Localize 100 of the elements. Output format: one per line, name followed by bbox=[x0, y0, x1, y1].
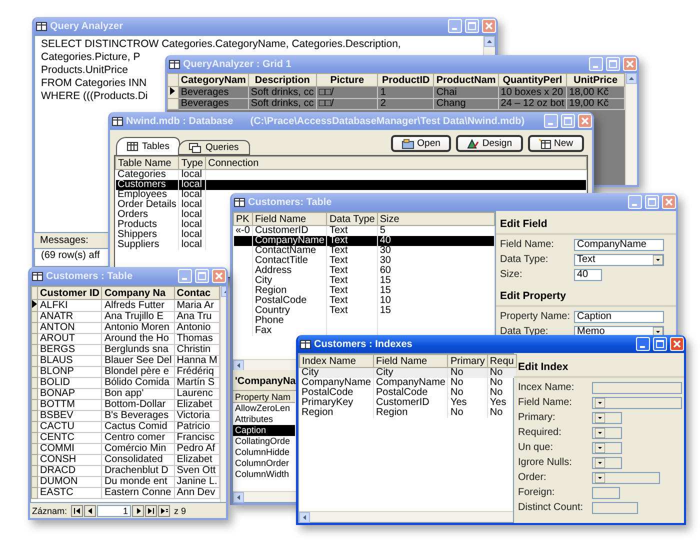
table-cell: CONSH bbox=[38, 454, 102, 466]
table-cell: Shippers bbox=[116, 230, 179, 240]
scroll-up-button[interactable] bbox=[626, 73, 637, 84]
column-header[interactable]: Description bbox=[248, 74, 316, 86]
dropdown-field[interactable] bbox=[592, 442, 622, 454]
input-field[interactable]: Caption bbox=[574, 310, 664, 322]
input-field[interactable] bbox=[592, 502, 638, 514]
maximize-button[interactable] bbox=[195, 269, 209, 283]
column-header[interactable]: Requ bbox=[487, 354, 516, 368]
maximize-button[interactable] bbox=[653, 337, 667, 351]
column-header[interactable]: Data Type bbox=[326, 212, 378, 226]
property-name[interactable]: Attributes bbox=[233, 414, 295, 425]
close-button[interactable] bbox=[482, 19, 496, 33]
sql-line: Categories.Picture, P bbox=[41, 51, 140, 64]
horizontal-scrollbar[interactable] bbox=[299, 511, 513, 522]
table-cell: Text bbox=[326, 246, 378, 256]
dropdown-field[interactable] bbox=[592, 456, 622, 468]
column-header[interactable]: ProductID bbox=[378, 74, 434, 86]
toolbar-button[interactable]: Design bbox=[456, 135, 523, 152]
column-header[interactable]: Field Name bbox=[252, 212, 327, 226]
toolbar-button[interactable]: Open bbox=[391, 135, 452, 152]
property-name[interactable]: AllowZeroLen bbox=[233, 402, 295, 414]
table-cell: BERGS bbox=[38, 344, 102, 356]
table-cell: Centro comer bbox=[102, 432, 174, 444]
column-header[interactable]: UnitPrice bbox=[566, 74, 624, 86]
table-cell: Suppliers bbox=[116, 240, 179, 250]
toolbar-button[interactable]: New bbox=[528, 135, 584, 152]
input-field[interactable]: 40 bbox=[574, 268, 602, 280]
column-header[interactable]: ProductNam bbox=[434, 74, 498, 86]
close-icon bbox=[581, 117, 589, 125]
vertical-scrollbar[interactable] bbox=[625, 73, 637, 185]
previous-record-button[interactable] bbox=[84, 504, 96, 516]
close-button[interactable] bbox=[578, 114, 592, 128]
table-cell: BOTTM bbox=[38, 400, 102, 410]
maximize-button[interactable] bbox=[645, 195, 659, 209]
maximize-button[interactable] bbox=[561, 114, 575, 128]
maximize-button[interactable] bbox=[465, 19, 479, 33]
record-number-field[interactable]: 1 bbox=[97, 504, 132, 516]
close-button[interactable] bbox=[623, 57, 637, 71]
dropdown-arrow-icon bbox=[595, 412, 605, 422]
scroll-up-button[interactable] bbox=[484, 36, 495, 47]
column-header[interactable]: Company Na bbox=[102, 286, 174, 300]
sql-line: SELECT DISTINCTROW Categories.CategoryName, Categories.Description, bbox=[41, 38, 401, 51]
close-button[interactable] bbox=[662, 195, 676, 209]
property-name[interactable]: Caption bbox=[233, 425, 295, 436]
scroll-left-button[interactable] bbox=[233, 360, 244, 371]
column-header[interactable]: Type bbox=[178, 156, 206, 170]
row-selector[interactable] bbox=[32, 300, 38, 312]
property-name[interactable]: CollatingOrde bbox=[233, 436, 295, 447]
dropdown-field[interactable] bbox=[592, 396, 682, 408]
column-header[interactable]: CategoryNam bbox=[178, 74, 248, 86]
tab[interactable]: Tables bbox=[116, 137, 180, 155]
minimize-button[interactable] bbox=[636, 337, 650, 351]
column-header[interactable]: Index Name bbox=[300, 354, 374, 368]
table-cell: local bbox=[178, 240, 206, 250]
last-record-button[interactable] bbox=[145, 504, 158, 516]
table-cell: local bbox=[178, 180, 206, 190]
column-header[interactable]: Connection bbox=[206, 156, 586, 170]
input-field[interactable] bbox=[592, 486, 620, 498]
maximize-button[interactable] bbox=[606, 57, 620, 71]
column-header[interactable]: PK bbox=[234, 212, 252, 226]
column-header[interactable]: Size bbox=[377, 212, 494, 226]
dropdown-field[interactable]: Text bbox=[574, 254, 664, 266]
tab[interactable]: Queries bbox=[178, 140, 250, 155]
minimize-button[interactable] bbox=[544, 114, 558, 128]
column-header[interactable]: Property Nam bbox=[233, 391, 295, 402]
column-header[interactable]: Field Name bbox=[373, 354, 448, 368]
first-record-button[interactable] bbox=[71, 504, 84, 516]
column-header[interactable]: Picture bbox=[316, 74, 378, 86]
input-field[interactable]: CompanyName bbox=[574, 238, 664, 250]
dropdown-field[interactable] bbox=[592, 426, 622, 438]
table-icon bbox=[169, 60, 180, 68]
scroll-left-button[interactable] bbox=[299, 512, 310, 523]
dropdown-arrow-icon bbox=[595, 398, 605, 408]
column-header[interactable]: Customer ID bbox=[38, 286, 102, 300]
last-icon bbox=[148, 508, 155, 514]
table-icon bbox=[36, 22, 47, 30]
column-header[interactable]: Primary bbox=[448, 354, 488, 368]
close-icon bbox=[673, 340, 681, 348]
new-record-button[interactable] bbox=[158, 504, 170, 516]
column-header[interactable]: Contac bbox=[174, 286, 220, 300]
dropdown-field[interactable] bbox=[592, 412, 622, 424]
row-selector[interactable] bbox=[168, 86, 178, 98]
field-label: Distinct Count: bbox=[518, 502, 584, 513]
table-cell: 18,00 Kč bbox=[566, 86, 624, 98]
column-header[interactable]: Table Name bbox=[116, 156, 179, 170]
table-cell: Consolidated bbox=[102, 454, 174, 466]
minimize-button[interactable] bbox=[448, 19, 462, 33]
column-header[interactable]: QuantityPerl bbox=[498, 74, 567, 86]
close-button[interactable] bbox=[670, 337, 684, 351]
table-cell: No bbox=[487, 408, 516, 418]
input-field[interactable] bbox=[592, 382, 682, 394]
close-button[interactable] bbox=[212, 269, 226, 283]
scroll-left-button[interactable] bbox=[233, 492, 244, 503]
minimize-button[interactable] bbox=[589, 57, 603, 71]
minimize-button[interactable] bbox=[178, 269, 192, 283]
next-record-button[interactable] bbox=[132, 504, 144, 516]
minimize-button[interactable] bbox=[628, 195, 642, 209]
dropdown-field[interactable] bbox=[592, 472, 660, 484]
table-icon bbox=[127, 142, 138, 151]
